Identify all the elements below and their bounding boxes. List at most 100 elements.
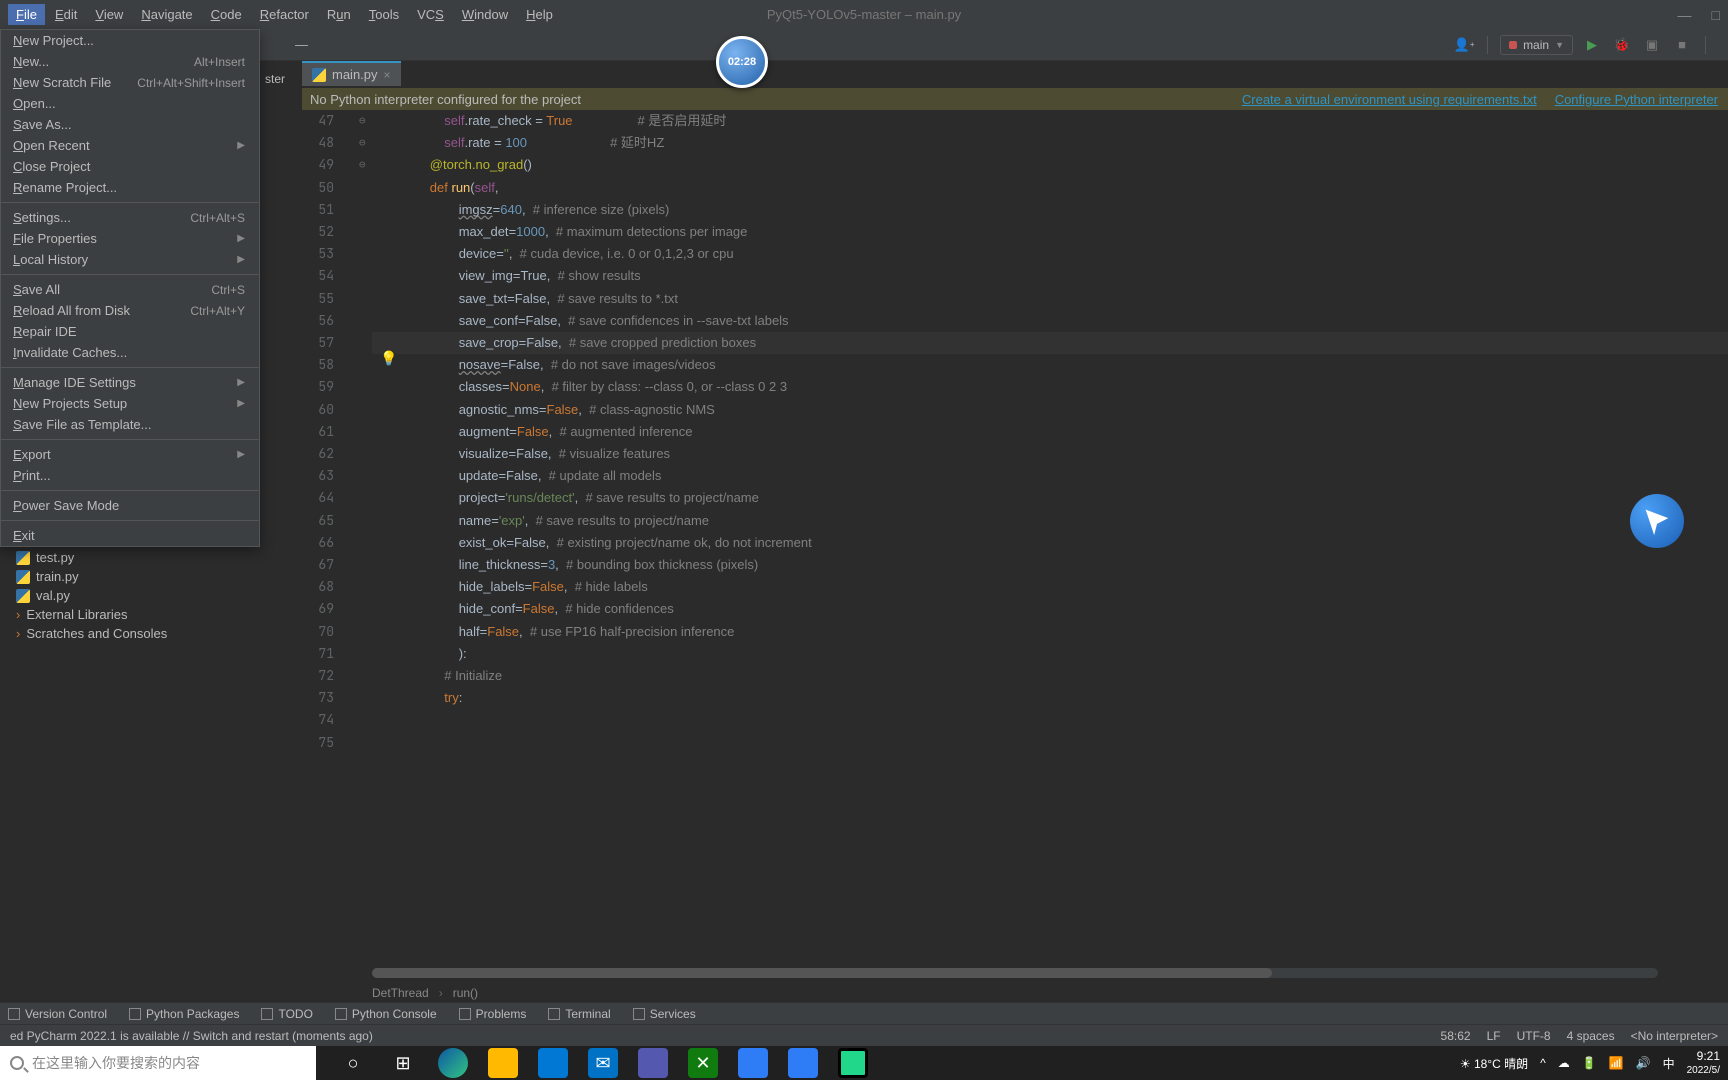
run-button[interactable]: ▶	[1581, 34, 1603, 56]
file-menu-item[interactable]: Invalidate Caches...	[1, 342, 259, 363]
create-venv-link[interactable]: Create a virtual environment using requi…	[1242, 92, 1537, 107]
window-title: PyQt5-YOLOv5-master – main.py	[767, 7, 961, 22]
pycharm-icon[interactable]	[838, 1048, 868, 1078]
scrollbar-thumb[interactable]	[372, 968, 1272, 978]
divider	[1487, 36, 1488, 54]
weather-widget[interactable]: ☀ 18°C 晴朗	[1460, 1055, 1528, 1072]
toolwindow-python-packages[interactable]: Python Packages	[129, 1007, 239, 1021]
minimize-button[interactable]: —	[1678, 7, 1692, 23]
file-menu-item[interactable]: Manage IDE Settings▶	[1, 372, 259, 393]
close-icon[interactable]: ×	[384, 68, 391, 82]
file-menu-item[interactable]: New Projects Setup▶	[1, 393, 259, 414]
menu-code[interactable]: Code	[203, 4, 250, 25]
breadcrumb-class[interactable]: DetThread	[372, 986, 429, 1000]
menu-vcs[interactable]: VCS	[409, 4, 452, 25]
breadcrumb-method[interactable]: run()	[453, 986, 478, 1000]
file-menu-item[interactable]: New...Alt+Insert	[1, 51, 259, 72]
app-icon-2[interactable]	[738, 1048, 768, 1078]
toolwindow-terminal[interactable]: Terminal	[548, 1007, 610, 1021]
edge-icon[interactable]	[438, 1048, 468, 1078]
run-config-selector[interactable]: main ▼	[1500, 35, 1573, 55]
menu-tools[interactable]: Tools	[361, 4, 407, 25]
file-menu-item[interactable]: New Scratch FileCtrl+Alt+Shift+Insert	[1, 72, 259, 93]
task-view-icon[interactable]: ⊞	[388, 1048, 418, 1078]
file-menu-item[interactable]: Exit	[1, 525, 259, 546]
taskbar-search[interactable]: 在这里输入你要搜索的内容	[0, 1046, 316, 1080]
code-area[interactable]: self.rate_check = True # 是否启用延时 self.rat…	[372, 110, 1728, 709]
status-message[interactable]: ed PyCharm 2022.1 is available // Switch…	[10, 1029, 373, 1043]
tray-chevron-icon[interactable]: ^	[1540, 1056, 1546, 1070]
wifi-icon[interactable]: 📶	[1609, 1056, 1624, 1070]
clock-tray[interactable]: 9:212022/5/	[1687, 1050, 1720, 1076]
tree-item[interactable]: ›External Libraries	[0, 605, 260, 624]
toolwindow-python-console[interactable]: Python Console	[335, 1007, 437, 1021]
file-menu-item[interactable]: Rename Project...	[1, 177, 259, 198]
menu-edit[interactable]: Edit	[47, 4, 85, 25]
file-menu-item[interactable]: Open Recent▶	[1, 135, 259, 156]
file-menu-item[interactable]: Close Project	[1, 156, 259, 177]
file-menu-item[interactable]: New Project...	[1, 30, 259, 51]
breadcrumbs[interactable]: DetThread › run()	[372, 986, 478, 1000]
debug-button[interactable]: 🐞	[1611, 34, 1633, 56]
menu-run[interactable]: Run	[319, 4, 359, 25]
screen-recorder-timer[interactable]: 02:28	[716, 36, 768, 88]
file-menu-item[interactable]: Save File as Template...	[1, 414, 259, 435]
tree-item[interactable]: test.py	[0, 548, 260, 567]
add-user-icon[interactable]: 👤+	[1453, 34, 1475, 56]
python-file-icon	[312, 68, 326, 82]
file-menu-item[interactable]: Reload All from DiskCtrl+Alt+Y	[1, 300, 259, 321]
file-encoding[interactable]: UTF-8	[1517, 1029, 1551, 1043]
explorer-icon[interactable]	[488, 1048, 518, 1078]
menu-file[interactable]: File	[8, 4, 45, 25]
intention-bulb-icon[interactable]: 💡	[380, 350, 397, 367]
window-controls: — □	[1678, 7, 1720, 23]
menu-help[interactable]: Help	[518, 4, 561, 25]
app-icon-1[interactable]	[638, 1048, 668, 1078]
interpreter-status[interactable]: <No interpreter>	[1631, 1029, 1718, 1043]
tree-item-label: test.py	[36, 550, 74, 565]
widgets-icon[interactable]: ○	[338, 1048, 368, 1078]
menu-window[interactable]: Window	[454, 4, 516, 25]
file-menu-item[interactable]: Settings...Ctrl+Alt+S	[1, 207, 259, 228]
mail-icon[interactable]: ✉	[588, 1048, 618, 1078]
toolwindow-services[interactable]: Services	[633, 1007, 696, 1021]
configure-interpreter-link[interactable]: Configure Python interpreter	[1555, 92, 1718, 107]
floating-app-icon[interactable]	[1630, 494, 1684, 548]
file-menu-item[interactable]: Export▶	[1, 444, 259, 465]
stop-button[interactable]: ■	[1671, 34, 1693, 56]
indent-setting[interactable]: 4 spaces	[1567, 1029, 1615, 1043]
run-config-icon	[1509, 41, 1517, 49]
editor-horizontal-scrollbar[interactable]	[372, 968, 1658, 978]
ime-icon[interactable]: 中	[1663, 1055, 1675, 1072]
menu-navigate[interactable]: Navigate	[133, 4, 200, 25]
xbox-icon[interactable]: ✕	[688, 1048, 718, 1078]
maximize-button[interactable]: □	[1712, 7, 1720, 23]
onedrive-icon[interactable]: ☁	[1558, 1056, 1570, 1070]
file-menu-item[interactable]: Save AllCtrl+S	[1, 279, 259, 300]
line-ending[interactable]: LF	[1487, 1029, 1501, 1043]
toolwindow-version-control[interactable]: Version Control	[8, 1007, 107, 1021]
caret-position[interactable]: 58:62	[1441, 1029, 1471, 1043]
battery-icon[interactable]: 🔋	[1582, 1056, 1597, 1070]
coverage-button[interactable]: ▣	[1641, 34, 1663, 56]
code-editor[interactable]: 47 48 49 50 51 52 53 54 55 56 57 58 59 6…	[296, 110, 1728, 980]
file-menu-item[interactable]: File Properties▶	[1, 228, 259, 249]
menu-view[interactable]: View	[87, 4, 131, 25]
file-menu-item[interactable]: Repair IDE	[1, 321, 259, 342]
collapse-all-button[interactable]: —	[295, 37, 308, 52]
file-menu-item[interactable]: Local History▶	[1, 249, 259, 270]
toolwindow-problems[interactable]: Problems	[459, 1007, 527, 1021]
file-menu-item[interactable]: Power Save Mode	[1, 495, 259, 516]
file-menu-item[interactable]: Save As...	[1, 114, 259, 135]
file-menu-item[interactable]: Open...	[1, 93, 259, 114]
tree-item[interactable]: train.py	[0, 567, 260, 586]
volume-icon[interactable]: 🔊	[1636, 1056, 1651, 1070]
tree-item[interactable]: ›Scratches and Consoles	[0, 624, 260, 643]
tab-main-py[interactable]: main.py ×	[302, 61, 401, 86]
file-menu-item[interactable]: Print...	[1, 465, 259, 486]
tree-item[interactable]: val.py	[0, 586, 260, 605]
store-icon[interactable]	[538, 1048, 568, 1078]
app-icon-3[interactable]	[788, 1048, 818, 1078]
toolwindow-todo[interactable]: TODO	[261, 1007, 312, 1021]
menu-refactor[interactable]: Refactor	[252, 4, 317, 25]
